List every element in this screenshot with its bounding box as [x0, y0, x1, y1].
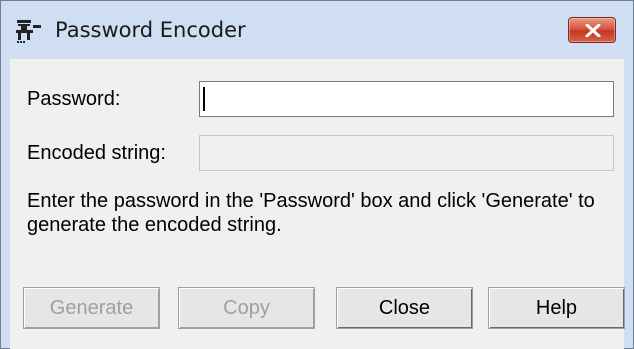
close-icon [585, 24, 601, 37]
app-encoder-icon [15, 18, 43, 46]
instruction-text: Enter the password in the 'Password' box… [27, 190, 595, 236]
password-input[interactable] [199, 81, 614, 117]
encoded-string-label: Encoded string: [27, 142, 166, 164]
text-caret [203, 87, 205, 111]
window-close-button[interactable] [568, 17, 616, 43]
help-button[interactable]: Help [488, 287, 625, 329]
window-title: Password Encoder [55, 18, 246, 42]
password-label: Password: [27, 88, 121, 110]
password-encoder-window: Password Encoder Password: Encoded strin… [0, 0, 634, 349]
copy-button[interactable]: Copy [178, 287, 315, 329]
generate-button[interactable]: Generate [23, 287, 160, 329]
encoded-string-field [199, 135, 614, 171]
dialog-body: Password: Encoded string: Enter the pass… [10, 59, 625, 349]
title-bar[interactable]: Password Encoder [1, 1, 633, 59]
close-button[interactable]: Close [336, 287, 473, 329]
